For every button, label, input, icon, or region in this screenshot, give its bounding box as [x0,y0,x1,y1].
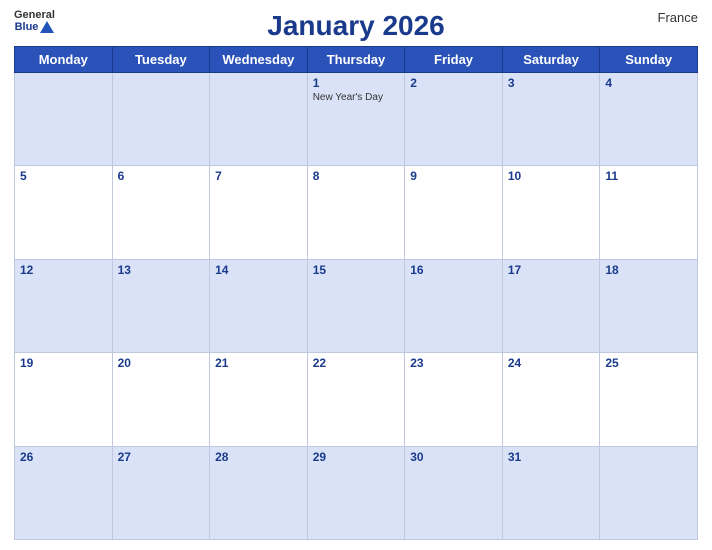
calendar-day-cell: 17 [502,259,600,352]
calendar-day-cell: 7 [210,166,308,259]
day-number: 16 [410,263,497,277]
day-number: 26 [20,450,107,464]
calendar-day-cell: 20 [112,353,210,446]
calendar-day-cell: 14 [210,259,308,352]
calendar-day-cell: 3 [502,73,600,166]
day-number: 15 [313,263,400,277]
calendar-day-cell: 25 [600,353,698,446]
day-number: 1 [313,76,400,90]
header-row: General Blue January 2026 France [14,10,698,42]
day-number: 5 [20,169,107,183]
day-number: 12 [20,263,107,277]
day-number: 2 [410,76,497,90]
day-number: 19 [20,356,107,370]
calendar-day-cell: 27 [112,446,210,539]
day-number: 27 [118,450,205,464]
calendar-day-cell: 6 [112,166,210,259]
calendar-day-cell: 19 [15,353,113,446]
day-number: 7 [215,169,302,183]
day-number: 8 [313,169,400,183]
calendar-day-cell: 18 [600,259,698,352]
calendar-day-cell [210,73,308,166]
logo: General Blue [14,10,55,33]
calendar-day-cell: 5 [15,166,113,259]
calendar-day-cell: 15 [307,259,405,352]
day-number: 25 [605,356,692,370]
calendar-body: 1New Year's Day2345678910111213141516171… [15,73,698,540]
calendar-day-cell: 2 [405,73,503,166]
calendar-day-cell: 9 [405,166,503,259]
day-number: 20 [118,356,205,370]
calendar-day-cell: 12 [15,259,113,352]
calendar-week-row: 12 13 14 15 16 17 18 [15,259,698,352]
calendar-table: Monday Tuesday Wednesday Thursday Friday… [14,46,698,540]
country-label: France [658,10,698,25]
calendar-day-cell: 21 [210,353,308,446]
calendar-day-cell: 29 [307,446,405,539]
calendar-day-cell: 13 [112,259,210,352]
calendar-week-row: 26 27 28 29 30 31 [15,446,698,539]
calendar-day-cell [600,446,698,539]
day-number: 6 [118,169,205,183]
day-number: 11 [605,169,692,183]
weekday-header-row: Monday Tuesday Wednesday Thursday Friday… [15,47,698,73]
day-number: 31 [508,450,595,464]
day-number: 28 [215,450,302,464]
calendar-day-cell: 22 [307,353,405,446]
calendar-day-cell: 11 [600,166,698,259]
calendar-day-cell: 4 [600,73,698,166]
calendar-day-cell [15,73,113,166]
col-friday: Friday [405,47,503,73]
calendar-day-cell: 8 [307,166,405,259]
logo-general-text: General [14,10,55,21]
col-wednesday: Wednesday [210,47,308,73]
logo-triangle-icon [40,21,54,33]
calendar-day-cell: 16 [405,259,503,352]
day-number: 24 [508,356,595,370]
day-number: 9 [410,169,497,183]
calendar-day-cell: 10 [502,166,600,259]
calendar-day-cell: 30 [405,446,503,539]
day-number: 13 [118,263,205,277]
col-monday: Monday [15,47,113,73]
col-thursday: Thursday [307,47,405,73]
calendar-week-row: 1 New Year's Day 234 [15,73,698,166]
day-number: 4 [605,76,692,90]
col-sunday: Sunday [600,47,698,73]
calendar-day-cell: 24 [502,353,600,446]
col-saturday: Saturday [502,47,600,73]
day-number: 10 [508,169,595,183]
col-tuesday: Tuesday [112,47,210,73]
day-number: 18 [605,263,692,277]
day-number: 21 [215,356,302,370]
day-number: 23 [410,356,497,370]
calendar-day-cell [112,73,210,166]
calendar-week-row: 56789 10 11 [15,166,698,259]
day-number: 17 [508,263,595,277]
day-number: 22 [313,356,400,370]
calendar-week-row: 19 20 21 22 23 24 25 [15,353,698,446]
day-event: New Year's Day [313,92,400,103]
calendar-day-cell: 23 [405,353,503,446]
day-number: 30 [410,450,497,464]
logo-blue-text: Blue [15,21,55,33]
calendar-title: January 2026 [267,10,444,42]
day-number: 14 [215,263,302,277]
calendar-day-cell: 31 [502,446,600,539]
day-number: 3 [508,76,595,90]
calendar-day-cell: 26 [15,446,113,539]
calendar-day-cell: 28 [210,446,308,539]
calendar-wrapper: General Blue January 2026 France Monday … [0,0,712,550]
calendar-day-cell: 1 New Year's Day [307,73,405,166]
day-number: 29 [313,450,400,464]
